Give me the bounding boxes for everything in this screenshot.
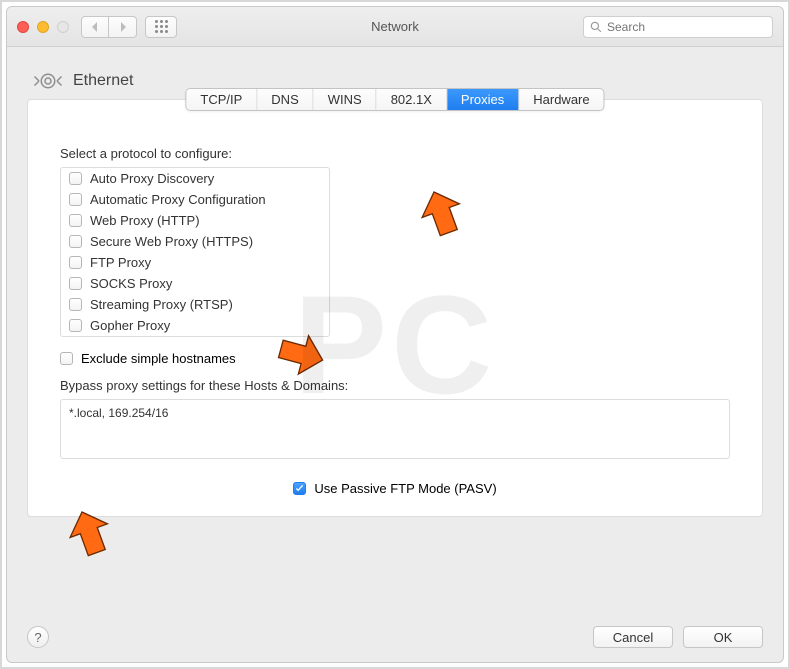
help-button[interactable]: ? (27, 626, 49, 648)
protocol-label: Automatic Proxy Configuration (90, 192, 266, 207)
protocol-label: Web Proxy (HTTP) (90, 213, 200, 228)
tab-proxies[interactable]: Proxies (447, 89, 519, 110)
protocol-label: FTP Proxy (90, 255, 151, 270)
forward-button[interactable] (109, 16, 137, 38)
protocol-auto-config[interactable]: Automatic Proxy Configuration (61, 189, 329, 210)
checkbox[interactable] (69, 319, 82, 332)
checkbox[interactable] (69, 214, 82, 227)
protocol-label: SOCKS Proxy (90, 276, 172, 291)
chevron-left-icon (91, 22, 99, 32)
tab-tcpip[interactable]: TCP/IP (186, 89, 257, 110)
pasv-row[interactable]: Use Passive FTP Mode (PASV) (60, 481, 730, 496)
protocol-auto-discovery[interactable]: Auto Proxy Discovery (61, 168, 329, 189)
search-icon (590, 21, 602, 33)
bypass-value: *.local, 169.254/16 (69, 406, 168, 420)
window-controls (17, 21, 69, 33)
protocol-label: Gopher Proxy (90, 318, 170, 333)
interface-title: Ethernet (73, 72, 133, 90)
close-icon[interactable] (17, 21, 29, 33)
tab-bar: TCP/IP DNS WINS 802.1X Proxies Hardware (185, 88, 604, 111)
exclude-checkbox[interactable] (60, 352, 73, 365)
nav-buttons (81, 16, 137, 38)
show-all-button[interactable] (145, 16, 177, 38)
cancel-button[interactable]: Cancel (593, 626, 673, 648)
search-field[interactable] (583, 16, 773, 38)
protocol-socks[interactable]: SOCKS Proxy (61, 273, 329, 294)
tab-wins[interactable]: WINS (314, 89, 377, 110)
checkbox[interactable] (69, 235, 82, 248)
protocol-rtsp[interactable]: Streaming Proxy (RTSP) (61, 294, 329, 315)
tab-8021x[interactable]: 802.1X (377, 89, 447, 110)
protocol-https[interactable]: Secure Web Proxy (HTTPS) (61, 231, 329, 252)
protocol-label: Secure Web Proxy (HTTPS) (90, 234, 253, 249)
ok-button[interactable]: OK (683, 626, 763, 648)
pasv-label: Use Passive FTP Mode (PASV) (314, 481, 496, 496)
protocol-ftp[interactable]: FTP Proxy (61, 252, 329, 273)
pasv-checkbox[interactable] (293, 482, 306, 495)
back-button[interactable] (81, 16, 109, 38)
checkbox[interactable] (69, 193, 82, 206)
exclude-label: Exclude simple hostnames (81, 351, 236, 366)
settings-panel: TCP/IP DNS WINS 802.1X Proxies Hardware … (27, 99, 763, 517)
bypass-label: Bypass proxy settings for these Hosts & … (60, 378, 730, 393)
protocol-http[interactable]: Web Proxy (HTTP) (61, 210, 329, 231)
zoom-icon (57, 21, 69, 33)
protocol-list[interactable]: Auto Proxy Discovery Automatic Proxy Con… (60, 167, 330, 337)
exclude-hostnames-row[interactable]: Exclude simple hostnames (60, 351, 730, 366)
dialog-footer: ? Cancel OK (27, 626, 763, 648)
chevron-right-icon (119, 22, 127, 32)
checkbox[interactable] (69, 172, 82, 185)
tab-hardware[interactable]: Hardware (519, 89, 603, 110)
grid-icon (155, 20, 168, 33)
checkbox[interactable] (69, 298, 82, 311)
minimize-icon[interactable] (37, 21, 49, 33)
content-area: Ethernet TCP/IP DNS WINS 802.1X Proxies … (7, 47, 783, 662)
protocol-label: Streaming Proxy (RTSP) (90, 297, 233, 312)
bypass-textarea[interactable]: *.local, 169.254/16 (60, 399, 730, 459)
checkbox[interactable] (69, 277, 82, 290)
checkbox[interactable] (69, 256, 82, 269)
protocol-section-label: Select a protocol to configure: (60, 146, 730, 161)
network-window: Network Ethernet TCP/IP DNS WIN (6, 6, 784, 663)
protocol-gopher[interactable]: Gopher Proxy (61, 315, 329, 336)
search-input[interactable] (607, 20, 766, 34)
protocol-label: Auto Proxy Discovery (90, 171, 214, 186)
ethernet-icon (33, 69, 63, 93)
tab-dns[interactable]: DNS (257, 89, 313, 110)
titlebar: Network (7, 7, 783, 47)
